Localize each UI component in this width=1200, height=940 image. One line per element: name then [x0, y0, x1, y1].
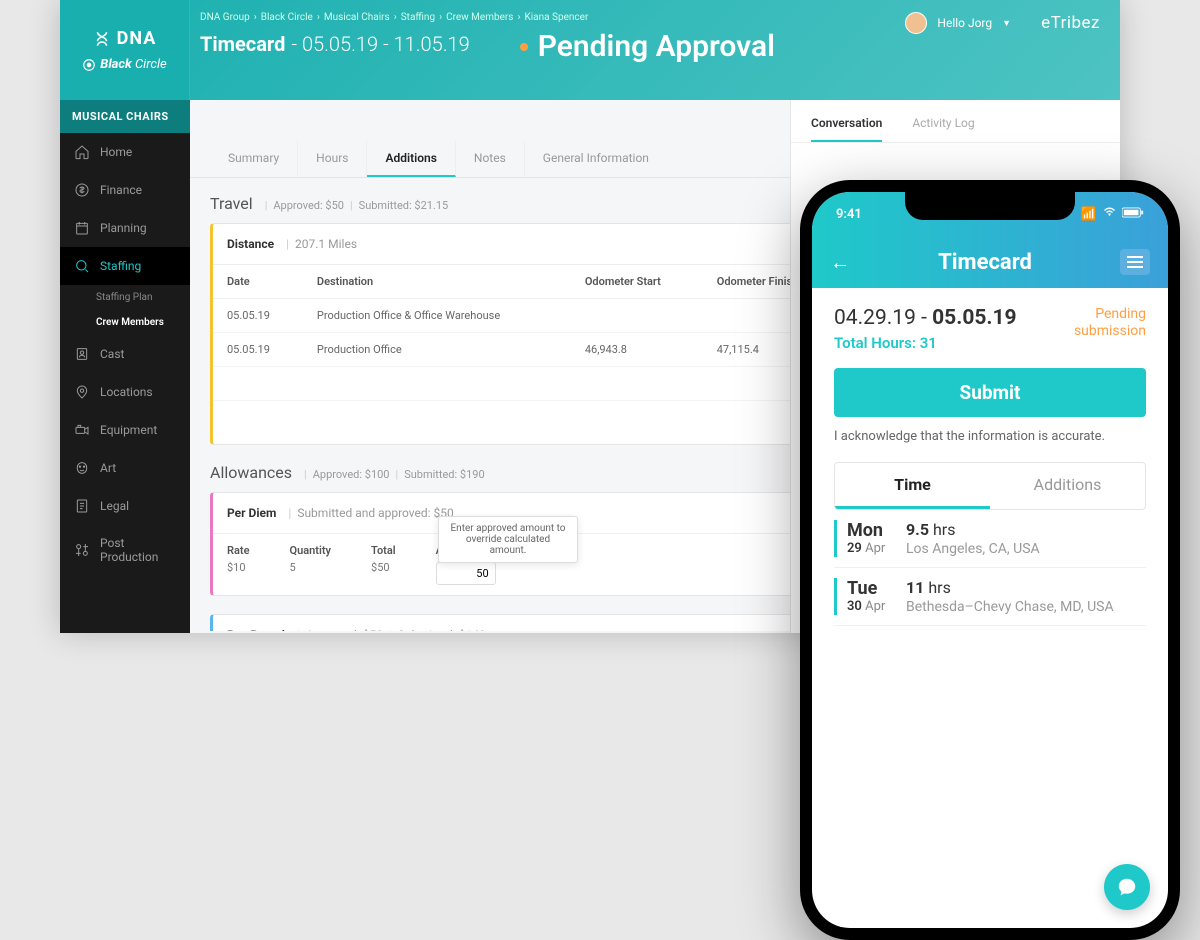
dna-icon: [93, 30, 111, 48]
post-production-icon: [74, 542, 90, 558]
app-header: DNA Black Circle DNA Group›Black Circle›…: [60, 0, 1120, 100]
cast-icon: [74, 346, 90, 362]
tab-hours[interactable]: Hours: [298, 141, 367, 177]
locations-icon: [74, 384, 90, 400]
breadcrumb-item[interactable]: Kiana Spencer: [524, 12, 588, 23]
tab-general-information[interactable]: General Information: [525, 141, 667, 177]
status-dot-icon: [520, 43, 528, 51]
sidebar-item-equipment[interactable]: Equipment: [60, 411, 190, 449]
sidebar-item-cast[interactable]: Cast: [60, 335, 190, 373]
chevron-down-icon[interactable]: ▼: [1002, 18, 1011, 29]
ack-text: I acknowledge that the information is ac…: [834, 429, 1146, 444]
section-allowances-title: Allowances: [210, 463, 292, 482]
breadcrumb-item[interactable]: Staffing: [401, 12, 435, 23]
phone-notch: [905, 192, 1075, 220]
hamburger-menu-button[interactable]: [1120, 249, 1150, 275]
finance-icon: [74, 182, 90, 198]
battery-icon: [1122, 207, 1144, 222]
submit-button[interactable]: Submit: [834, 368, 1146, 417]
section-travel-title: Travel: [210, 194, 253, 213]
sidebar-item-planning[interactable]: Planning: [60, 209, 190, 247]
etribez-logo: eTribez: [1041, 13, 1100, 33]
page-title: Timecard: [200, 32, 285, 56]
staffing-icon: [74, 258, 90, 274]
phone-status: Pendingsubmission: [1074, 306, 1146, 340]
equipment-icon: [74, 422, 90, 438]
breadcrumb-item[interactable]: Musical Chairs: [324, 12, 390, 23]
user-greeting: Hello Jorg: [937, 16, 992, 30]
sidebar-item-post-production[interactable]: Post Production: [60, 525, 190, 575]
phone-daterange: 04.29.19 - 05.05.19: [834, 306, 1017, 330]
sidebar-item-staffing[interactable]: Staffing: [60, 247, 190, 285]
phone-header: ← Timecard: [812, 236, 1168, 288]
tooltip: Enter approved amount to override calcul…: [438, 516, 578, 563]
sidebar-subitem-crew-members[interactable]: Crew Members: [60, 310, 190, 335]
dna-logo: DNA: [93, 28, 157, 49]
sidebar-item-finance[interactable]: Finance: [60, 171, 190, 209]
wifi-icon: [1102, 206, 1117, 222]
sidebar-item-legal[interactable]: Legal: [60, 487, 190, 525]
home-icon: [74, 144, 90, 160]
sidebar-item-art[interactable]: Art: [60, 449, 190, 487]
circle-icon: [82, 58, 96, 72]
phone-tab-additions[interactable]: Additions: [990, 463, 1145, 509]
phone-tab-time[interactable]: Time: [835, 463, 990, 509]
back-button[interactable]: ←: [830, 250, 850, 275]
sidebar-subitem-staffing-plan[interactable]: Staffing Plan: [60, 285, 190, 310]
time-entry[interactable]: Mon29 Apr9.5 hrsLos Angeles, CA, USA: [834, 510, 1146, 568]
phone-total-hours: Total Hours: 31: [834, 334, 1017, 352]
breadcrumb-item[interactable]: Crew Members: [446, 12, 513, 23]
tab-additions[interactable]: Additions: [367, 141, 455, 177]
black-circle-logo: Black Circle: [82, 57, 166, 72]
art-icon: [74, 460, 90, 476]
sidebar-item-locations[interactable]: Locations: [60, 373, 190, 411]
chat-fab-button[interactable]: [1104, 864, 1150, 910]
panel-tab-conversation[interactable]: Conversation: [811, 116, 882, 142]
planning-icon: [74, 220, 90, 236]
sidebar-project[interactable]: MUSICAL CHAIRS: [60, 100, 190, 133]
phone-mockup: 9:41 📶 ← Timecard 04.29.19 - 05.05.19 To…: [800, 180, 1180, 940]
panel-tab-activity-log[interactable]: Activity Log: [912, 116, 974, 142]
card-title: Distance: [227, 237, 274, 251]
breadcrumb-item[interactable]: DNA Group: [200, 12, 250, 23]
sidebar-item-home[interactable]: Home: [60, 133, 190, 171]
avatar[interactable]: [905, 12, 927, 34]
status-badge: Pending Approval: [520, 29, 775, 64]
page-daterange: - 05.05.19 - 11.05.19: [291, 32, 469, 56]
time-entry[interactable]: Tue30 Apr11 hrsBethesda–Chevy Chase, MD,…: [834, 568, 1146, 626]
phone-title: Timecard: [938, 250, 1032, 275]
signal-icon: 📶: [1081, 207, 1097, 222]
perdiem-approved-input[interactable]: [436, 562, 496, 585]
logo-panel: DNA Black Circle: [60, 0, 190, 100]
breadcrumb-item[interactable]: Black Circle: [261, 12, 313, 23]
legal-icon: [74, 498, 90, 514]
tab-summary[interactable]: Summary: [210, 141, 298, 177]
sidebar: MUSICAL CHAIRS HomeFinancePlanningStaffi…: [60, 100, 190, 633]
tab-notes[interactable]: Notes: [456, 141, 525, 177]
